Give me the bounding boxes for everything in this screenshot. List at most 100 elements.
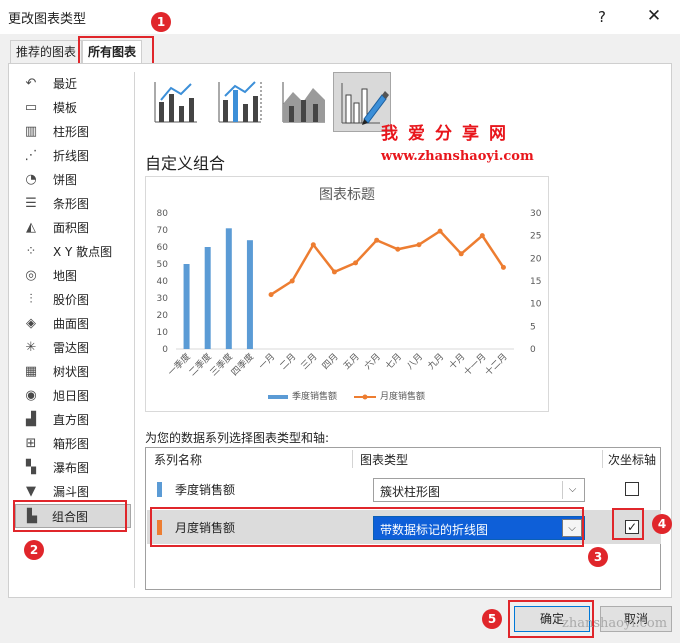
line-point-monthly (437, 228, 443, 234)
sidebar-item-boxwhisker-chart[interactable]: ⊞ 箱形图 (9, 432, 133, 456)
legend-label-monthly: 月度销售额 (380, 390, 425, 402)
x-tick-label: 九月 (426, 351, 447, 372)
series-table: 系列名称 图表类型 次坐标轴 季度销售额 簇状柱形图 ⌵ 月度销售额 带数据标记… (145, 447, 661, 590)
y2-tick-label: 0 (530, 345, 536, 355)
line-point-monthly (289, 278, 295, 284)
line-point-monthly (268, 292, 274, 298)
sidebar-item-line-chart[interactable]: ⋰ 折线图 (9, 144, 133, 168)
y2-tick-label: 15 (530, 277, 541, 287)
sidebar-item-label: 折线图 (53, 149, 90, 163)
sidebar-item-label: X Y 散点图 (53, 245, 113, 259)
header-series-name: 系列名称 (154, 453, 203, 467)
recent-icon: ↶ (25, 76, 37, 91)
sidebar-item-map-chart[interactable]: ◎ 地图 (9, 264, 133, 288)
sidebar-item-recent[interactable]: ↶ 最近 (9, 72, 133, 96)
sidebar-item-label: 雷达图 (53, 341, 90, 355)
x-tick-label: 七月 (383, 351, 404, 372)
watermark-text: 我爱分享网 (381, 124, 516, 144)
chevron-down-icon[interactable]: ⌵ (562, 519, 582, 537)
line-point-monthly (374, 237, 380, 243)
sidebar-item-waterfall-chart[interactable]: ▚ 瀑布图 (9, 456, 133, 480)
sidebar-item-label: 旭日图 (53, 389, 90, 403)
bar-chart-icon: ☰ (25, 196, 37, 211)
sidebar-item-label: 树状图 (53, 365, 90, 379)
x-tick-label: 三月 (299, 351, 320, 372)
series-line-monthly (270, 229, 505, 296)
sidebar-item-bar-chart[interactable]: ☰ 条形图 (9, 192, 133, 216)
line-point-monthly (479, 233, 485, 239)
sidebar-item-scatter-chart[interactable]: ⁘ X Y 散点图 (9, 240, 133, 264)
map-chart-icon: ◎ (25, 268, 37, 283)
series-prompt: 为您的数据系列选择图表类型和轴: (145, 431, 330, 445)
funnel-chart-icon: ▼ (26, 484, 36, 499)
line-point-monthly (331, 269, 337, 275)
y2-tick-label: 20 (530, 254, 542, 264)
secondary-axis-checkbox-monthly[interactable]: ✓ (625, 520, 639, 534)
y-tick-label: 10 (157, 328, 169, 338)
sidebar-item-surface-chart[interactable]: ◈ 曲面图 (9, 312, 133, 336)
series-row-quarterly[interactable]: 季度销售额 簇状柱形图 ⌵ (147, 472, 661, 506)
x-tick-label: 五月 (341, 351, 362, 372)
dialog-title: 更改图表类型 (8, 12, 87, 27)
sidebar-item-column-chart[interactable]: ▥ 柱形图 (9, 120, 133, 144)
title-bar: 更改图表类型 ? ✕ (0, 0, 680, 34)
series-color-swatch (157, 520, 162, 535)
y2-tick-label: 5 (530, 322, 536, 332)
line-point-monthly (395, 246, 401, 252)
header-secondary-axis: 次坐标轴 (608, 453, 657, 467)
y2-tick-label: 25 (530, 232, 541, 242)
combo-area-column-thumb[interactable] (275, 72, 333, 132)
header-separator (352, 450, 353, 468)
watermark-url: www.zhanshaoyi.com (381, 149, 534, 164)
combo-column-line-secondary-thumb[interactable] (211, 72, 269, 132)
sidebar-item-area-chart[interactable]: ◭ 面积图 (9, 216, 133, 240)
chevron-down-icon[interactable]: ⌵ (562, 481, 582, 499)
sidebar-divider (134, 72, 135, 588)
series-name: 季度销售额 (175, 483, 236, 497)
folder-icon: ▭ (24, 100, 38, 115)
stock-chart-icon: ⫶ (29, 292, 33, 307)
y-tick-label: 0 (162, 345, 168, 355)
sidebar-item-radar-chart[interactable]: ✳ 雷达图 (9, 336, 133, 360)
surface-chart-icon: ◈ (26, 316, 36, 331)
legend-marker-monthly (362, 394, 368, 400)
series-row-monthly[interactable]: 月度销售额 带数据标记的折线图 ⌵ ✓ (147, 510, 661, 544)
sidebar-item-stock-chart[interactable]: ⫶ 股价图 (9, 288, 133, 312)
sidebar-item-pie-chart[interactable]: ◔ 饼图 (9, 168, 133, 192)
sidebar-item-sunburst-chart[interactable]: ◉ 旭日图 (9, 384, 133, 408)
sidebar-item-treemap-chart[interactable]: ▦ 树状图 (9, 360, 133, 384)
chart-type-dropdown-monthly[interactable]: 带数据标记的折线图 ⌵ (373, 516, 585, 540)
sidebar-item-label: 条形图 (53, 197, 90, 211)
sidebar-item-histogram-chart[interactable]: ▟ 直方图 (9, 408, 133, 432)
combo-clustered-column-line-thumb[interactable] (147, 72, 205, 132)
y-tick-label: 40 (157, 277, 169, 287)
sidebar-item-funnel-chart[interactable]: ▼ 漏斗图 (9, 480, 133, 504)
sidebar-item-label: 股价图 (53, 293, 90, 307)
sidebar-item-label: 饼图 (53, 173, 78, 187)
sidebar-item-label: 漏斗图 (53, 485, 90, 499)
sidebar-item-label: 模板 (53, 101, 78, 115)
sidebar-item-combo-chart[interactable]: ▙ 组合图 (15, 504, 131, 528)
y2-tick-label: 30 (530, 209, 542, 219)
bar-quarterly (246, 240, 253, 349)
x-tick-label: 十一月 (461, 351, 489, 379)
tab-recommended-charts[interactable]: 推荐的图表 (10, 40, 83, 64)
x-tick-label: 一月 (257, 351, 278, 372)
step-badge-2: 2 (24, 540, 44, 560)
sidebar-item-label: 瀑布图 (53, 461, 90, 475)
chart-type-value: 带数据标记的折线图 (380, 523, 489, 537)
chart-type-dropdown-quarterly[interactable]: 簇状柱形图 ⌵ (373, 478, 585, 502)
bar-quarterly (225, 228, 232, 349)
combo-chart-icon: ▙ (27, 509, 37, 524)
sidebar-item-folder[interactable]: ▭ 模板 (9, 96, 133, 120)
header-chart-type: 图表类型 (360, 453, 409, 467)
chart-type-panel: ↶ 最近 ▭ 模板 ▥ 柱形图 ⋰ 折线图 ◔ 饼图 ☰ 条形图 ◭ 面积图 ⁘ X Y 散点图 ◎ 地图 ⫶ 股价图… (8, 63, 672, 598)
watermark-corner: zhanshaoyi.com (562, 616, 668, 631)
treemap-chart-icon: ▦ (24, 364, 38, 379)
tab-all-charts[interactable]: 所有图表 (82, 40, 143, 64)
help-button[interactable]: ? (590, 6, 614, 28)
bar-quarterly (183, 264, 190, 349)
y-tick-label: 60 (157, 243, 169, 253)
secondary-axis-checkbox-quarterly[interactable] (625, 482, 639, 496)
close-button[interactable]: ✕ (640, 4, 668, 28)
